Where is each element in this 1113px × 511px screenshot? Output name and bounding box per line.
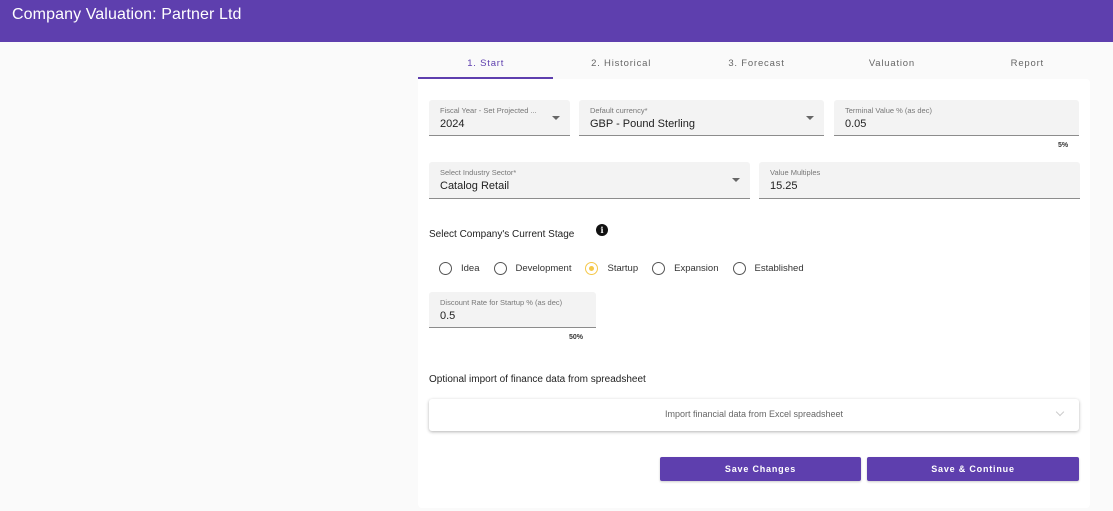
save-continue-button[interactable]: Save & Continue [867, 457, 1079, 481]
import-section-label: Optional import of finance data from spr… [429, 374, 646, 385]
currency-label: Default currency* [590, 106, 648, 115]
dropdown-arrow-icon [732, 178, 740, 182]
radio-expansion[interactable]: Expansion [652, 262, 719, 275]
fiscal-year-value: 2024 [440, 118, 465, 130]
radio-startup[interactable]: Startup [585, 262, 638, 275]
radio-idea[interactable]: Idea [439, 262, 480, 275]
tab-report[interactable]: Report [960, 50, 1095, 78]
dropdown-arrow-icon [806, 116, 814, 120]
save-changes-button[interactable]: Save Changes [660, 457, 861, 481]
radio-circle-icon[interactable] [439, 262, 452, 275]
terminal-value-label: Terminal Value % (as dec) [845, 106, 932, 115]
value-multiples-value: 15.25 [770, 180, 798, 192]
stage-label: Select Company's Current Stage [429, 229, 575, 240]
value-multiples-input[interactable]: Value Multiples 15.25 [759, 162, 1080, 199]
app-bar: Company Valuation: Partner Ltd [0, 0, 1113, 42]
radio-checked-icon[interactable] [585, 262, 599, 275]
value-multiples-label: Value Multiples [770, 168, 821, 177]
fiscal-year-label: Fiscal Year - Set Projected ... [440, 106, 537, 115]
currency-value: GBP - Pound Sterling [590, 118, 695, 130]
tab-start[interactable]: 1. Start [418, 50, 554, 79]
tab-valuation[interactable]: Valuation [824, 50, 959, 78]
terminal-value-value: 0.05 [845, 118, 867, 130]
fiscal-year-select[interactable]: Fiscal Year - Set Projected ... 2024 [429, 100, 570, 136]
terminal-value-hint: 5% [1058, 142, 1069, 149]
page-title: Company Valuation: Partner Ltd [12, 6, 242, 23]
radio-circle-icon[interactable] [493, 262, 507, 275]
import-expansion-panel[interactable]: Import financial data from Excel spreads… [429, 399, 1079, 431]
discount-rate-input[interactable]: Discount Rate for Startup % (as dec) 0.5 [429, 292, 596, 328]
radio-development[interactable]: Development [493, 262, 571, 275]
radio-circle-icon[interactable] [732, 262, 746, 275]
dropdown-arrow-icon [552, 116, 560, 120]
tab-forecast[interactable]: 3. Forecast [689, 50, 824, 78]
radio-circle-icon[interactable] [652, 262, 666, 275]
currency-select[interactable]: Default currency* GBP - Pound Sterling [579, 100, 824, 136]
discount-rate-value: 0.5 [440, 310, 456, 322]
radio-established[interactable]: Established [732, 262, 804, 275]
info-icon[interactable]: i [596, 224, 608, 236]
stage-radio-group: Idea Development Startup Expansion Estab… [439, 262, 818, 275]
industry-value: Catalog Retail [440, 180, 510, 192]
discount-rate-hint: 50% [569, 334, 584, 341]
tab-historical[interactable]: 2. Historical [553, 50, 688, 78]
import-panel-label: Import financial data from Excel spreads… [664, 409, 844, 419]
industry-select[interactable]: Select Industry Sector* Catalog Retail [429, 162, 750, 199]
terminal-value-input[interactable]: Terminal Value % (as dec) 0.05 [834, 100, 1079, 136]
step-tabs: 1. Start 2. Historical 3. Forecast Valua… [418, 50, 1095, 79]
discount-rate-label: Discount Rate for Startup % (as dec) [440, 298, 563, 307]
industry-label: Select Industry Sector* [440, 168, 517, 177]
